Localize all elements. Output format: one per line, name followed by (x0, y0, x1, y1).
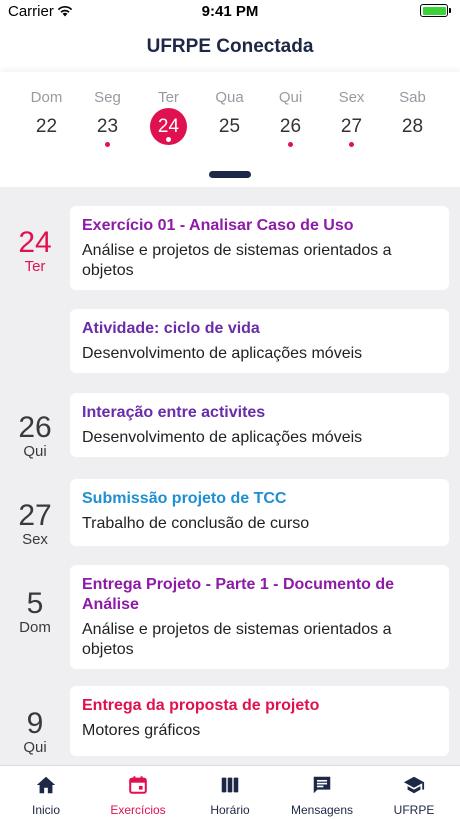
task-title: Atividade: ciclo de vida (82, 320, 260, 337)
date-weekday: Qui (23, 739, 47, 756)
tab-horario[interactable]: Horário (184, 766, 276, 819)
day-number: 27 (340, 116, 363, 137)
week-strip: Dom 22 Seg 23 Ter 24 Qua 25 Qui 26 Sex 2… (0, 72, 460, 187)
event-dot (288, 142, 293, 147)
date-weekday: Qui (23, 443, 47, 460)
graduation-cap-icon (403, 776, 425, 794)
day-number: 23 (96, 116, 119, 137)
task-card[interactable]: Entrega da proposta de projeto Motores g… (70, 686, 449, 756)
task-card[interactable]: Entrega Projeto - Parte 1 - Documento de… (70, 565, 449, 669)
app-title: UFRPE Conectada (146, 36, 314, 57)
date-label: 26 Qui (0, 413, 70, 461)
tab-exercicios[interactable]: Exercícios (92, 766, 184, 819)
day-name: Dom (30, 89, 63, 106)
home-icon (36, 776, 56, 794)
date-number: 26 (18, 411, 52, 444)
tab-label: Mensagens (290, 803, 354, 817)
task-subject: Análise e projetos de sistemas orientado… (82, 621, 392, 658)
calendar-icon (129, 776, 147, 794)
tab-label: Horário (210, 803, 250, 817)
status-bar: Carrier 9:41 PM (0, 0, 460, 24)
day-number: 26 (279, 116, 302, 137)
day-number: 22 (35, 116, 58, 137)
clock: 9:41 PM (201, 3, 259, 20)
task-title: Interação entre activites (82, 404, 266, 421)
day-number: 28 (401, 116, 424, 137)
date-weekday: Sex (22, 531, 48, 548)
date-label: 24 Ter (0, 228, 70, 276)
tab-ufrpe[interactable]: UFRPE (368, 766, 460, 819)
task-subject: Desenvolvimento de aplicações móveis (82, 345, 363, 362)
task-subject: Trabalho de conclusão de curso (82, 515, 310, 532)
date-label: 27 Sex (0, 501, 70, 549)
day-name: Ter (158, 89, 179, 106)
task-title: Submissão projeto de TCC (82, 490, 287, 507)
event-dot (105, 142, 110, 147)
task-card[interactable]: Atividade: ciclo de vida Desenvolvimento… (70, 309, 449, 373)
day-name: Qui (278, 89, 303, 106)
date-weekday: Ter (24, 258, 46, 275)
tab-label: Exercícios (110, 803, 166, 817)
battery-icon (420, 4, 451, 17)
assignment-feed: 24 Ter Exercício 01 - Analisar Caso de U… (0, 187, 460, 765)
columns-icon (221, 777, 239, 793)
drag-handle[interactable] (209, 171, 251, 178)
task-card[interactable]: Submissão projeto de TCC Trabalho de con… (70, 479, 449, 546)
date-number: 24 (18, 226, 52, 259)
day-name: Sex (338, 89, 365, 106)
date-label: 5 Dom (0, 589, 70, 637)
date-number: 9 (26, 707, 44, 740)
day-name: Qua (215, 89, 244, 106)
task-title: Entrega da proposta de projeto (82, 697, 320, 714)
date-number: 5 (26, 587, 44, 620)
event-dot (166, 137, 171, 142)
date-weekday: Dom (19, 619, 51, 636)
task-subject: Análise e projetos de sistemas orientado… (82, 242, 392, 279)
tab-label: Inicio (31, 803, 60, 817)
day-name: Sab (399, 89, 426, 106)
task-subject: Desenvolvimento de aplicações móveis (82, 429, 363, 446)
chat-icon (313, 776, 331, 794)
task-card[interactable]: Interação entre activites Desenvolviment… (70, 393, 449, 457)
tab-label: UFRPE (393, 803, 435, 817)
task-subject: Motores gráficos (82, 722, 201, 739)
day-number: 25 (218, 116, 241, 137)
task-card[interactable]: Exercício 01 - Analisar Caso de Uso Anál… (70, 206, 449, 290)
tab-bar: Inicio Exercícios Horário Mensagens UFRP… (0, 765, 460, 819)
date-number: 27 (18, 499, 52, 532)
tab-mensagens[interactable]: Mensagens (276, 766, 368, 819)
task-title: Entrega Projeto - Parte 1 - Documento de… (82, 576, 395, 613)
date-label: 9 Qui (0, 709, 70, 757)
day-name: Seg (94, 89, 121, 106)
task-title: Exercício 01 - Analisar Caso de Uso (82, 217, 354, 234)
tab-inicio[interactable]: Inicio (0, 766, 92, 819)
event-dot (349, 142, 354, 147)
